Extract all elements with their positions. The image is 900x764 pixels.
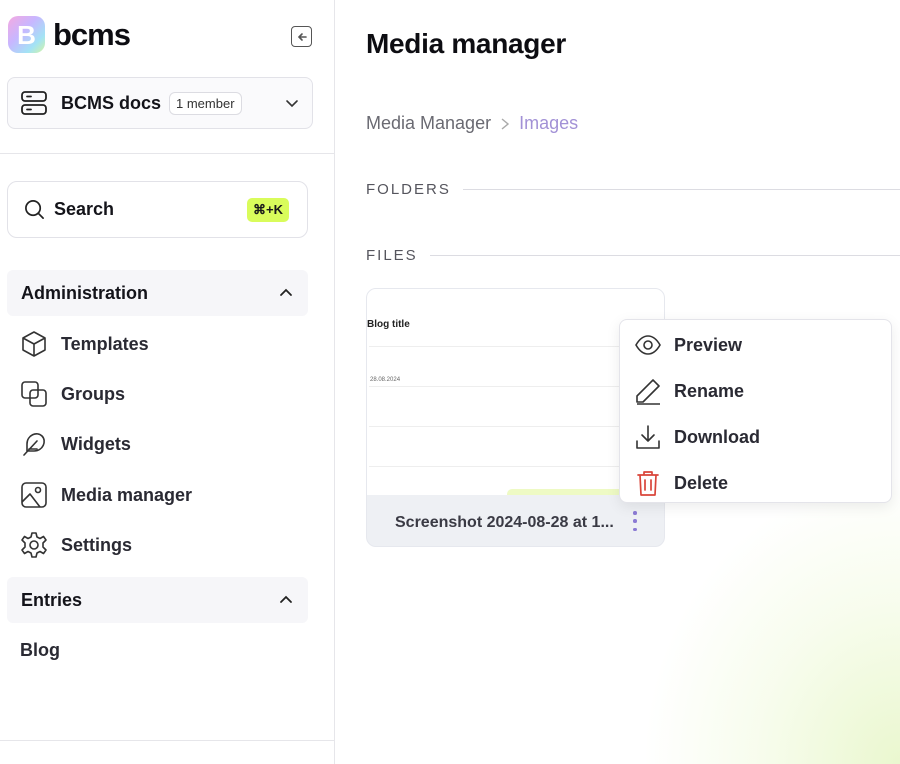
member-count-badge: 1 member [169, 91, 242, 115]
more-options-icon[interactable] [631, 511, 639, 531]
section-divider [429, 255, 900, 256]
breadcrumb: Media Manager Images [366, 113, 578, 134]
sidebar-item-label: Settings [61, 534, 133, 555]
file-context-menu: Preview Rename Download Delete [619, 319, 892, 503]
menu-item-rename[interactable]: Rename [634, 376, 744, 406]
sidebar-divider [0, 153, 335, 154]
breadcrumb-item[interactable]: Images [519, 113, 578, 134]
sidebar: B bcms BCMS docs 1 member Search ⌘+K Adm… [0, 0, 335, 764]
sidebar-item-media-manager[interactable]: Media manager [20, 479, 192, 511]
eye-icon [635, 335, 661, 355]
collapse-sidebar-button[interactable] [291, 26, 312, 47]
brand-name: bcms [53, 16, 131, 52]
search-shortcut-badge: ⌘+K [247, 197, 289, 222]
sidebar-item-blog[interactable]: Blog [20, 640, 60, 661]
breadcrumb-item[interactable]: Media Manager [366, 113, 491, 134]
collapse-icon [297, 32, 307, 41]
trash-icon [637, 471, 659, 496]
sidebar-item-label: Groups [61, 383, 126, 404]
chevron-down-icon [286, 100, 298, 108]
thumbnail-date: 28.08.2024 [370, 377, 401, 383]
folders-section: FOLDERS [366, 181, 900, 198]
sidebar-item-settings[interactable]: Settings [20, 529, 132, 561]
section-title: Entries [21, 589, 83, 610]
menu-item-label: Delete [674, 472, 729, 493]
search-label: Search [54, 199, 115, 219]
menu-item-preview[interactable]: Preview [634, 330, 742, 360]
groups-icon [21, 381, 47, 407]
folders-label: FOLDERS [366, 181, 451, 198]
pencil-icon [636, 379, 660, 405]
feather-icon [23, 433, 45, 456]
section-administration[interactable]: Administration [7, 270, 308, 316]
gear-icon [21, 532, 47, 558]
cube-icon [22, 331, 46, 357]
sidebar-item-label: Media manager [61, 484, 193, 505]
sidebar-item-templates[interactable]: Templates [20, 328, 149, 360]
search-button[interactable]: Search ⌘+K [7, 181, 308, 238]
image-icon [21, 482, 47, 508]
sidebar-divider [0, 740, 335, 741]
thumbnail-heading: Blog title [367, 319, 410, 330]
bcms-logo: B [8, 16, 45, 53]
files-label: FILES [366, 247, 418, 264]
menu-item-download[interactable]: Download [634, 422, 760, 452]
file-name: Screenshot 2024-08-28 at 1... [395, 514, 614, 531]
chevron-right-icon [501, 117, 510, 130]
chevron-up-icon [280, 595, 292, 603]
section-title: Administration [21, 282, 149, 303]
menu-item-label: Rename [674, 380, 745, 401]
sidebar-item-label: Templates [61, 333, 149, 354]
menu-item-delete[interactable]: Delete [634, 468, 728, 498]
server-icon [21, 91, 47, 115]
workspace-name: BCMS docs [61, 92, 162, 113]
workspace-selector[interactable]: BCMS docs 1 member [7, 77, 313, 129]
sidebar-item-widgets[interactable]: Widgets [20, 428, 131, 460]
menu-item-label: Download [674, 426, 760, 447]
download-icon [636, 425, 660, 449]
search-icon [25, 200, 44, 219]
menu-item-label: Preview [674, 334, 743, 355]
chevron-up-icon [280, 288, 292, 296]
sidebar-item-groups[interactable]: Groups [20, 378, 125, 410]
brand[interactable]: B bcms [8, 16, 131, 53]
page-title: Media manager [366, 28, 566, 59]
sidebar-item-label: Widgets [61, 433, 131, 454]
section-divider [462, 189, 900, 190]
files-section: FILES [366, 247, 900, 264]
section-entries[interactable]: Entries [7, 577, 308, 623]
main-content: Media manager Media Manager Images FOLDE… [336, 0, 900, 764]
